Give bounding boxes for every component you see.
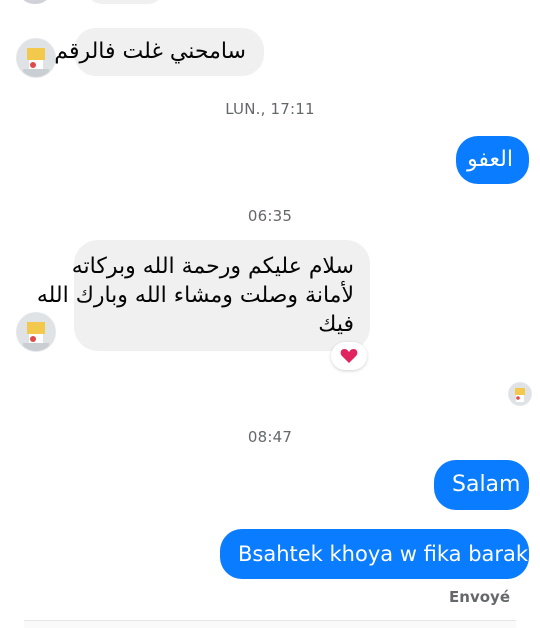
message-bubble-outgoing[interactable]: Bsahtek khoya w fika baraka [220, 529, 540, 579]
message-bubble-incoming[interactable]: سامحني غلت فالرقم [54, 28, 264, 76]
seen-avatar-icon [508, 382, 532, 406]
message-text: سامحني غلت فالرقم [54, 39, 246, 64]
message-text-line: فيك [318, 312, 354, 337]
avatar-image [17, 313, 55, 351]
timestamp: 06:35 [247, 207, 293, 225]
avatar-image [17, 39, 55, 77]
message-bubble-outgoing[interactable]: Salam [434, 460, 529, 510]
contact-avatar-icon[interactable] [16, 38, 56, 78]
message-bubble-incoming[interactable]: سلام عليكم ورحمة الله وبركاته لأمانة وصل… [36, 240, 370, 351]
avatar-image [509, 383, 531, 405]
chat-thread: سامحني غلت فالرقم LUN., 17:11 العفو 06:3… [0, 0, 540, 628]
heart-icon [340, 349, 358, 363]
composer-edge [24, 620, 516, 628]
delivery-status: Envoyé [449, 588, 510, 606]
message-text: Salam [452, 472, 521, 497]
message-text: العفو [467, 147, 513, 172]
timestamp: 08:47 [247, 428, 293, 446]
timestamp: LUN., 17:11 [225, 100, 315, 118]
message-text-line: لأمانة وصلت ومشاء الله وبارك الله [36, 283, 354, 308]
reaction-badge[interactable] [331, 342, 367, 370]
contact-avatar-partial[interactable] [18, 0, 52, 4]
message-bubble-partial[interactable] [86, 0, 164, 4]
contact-avatar-icon[interactable] [16, 312, 56, 352]
message-text: Bsahtek khoya w fika baraka [238, 542, 540, 566]
message-text-line: سلام عليكم ورحمة الله وبركاته [71, 254, 354, 279]
message-bubble-outgoing[interactable]: العفو [456, 136, 529, 184]
